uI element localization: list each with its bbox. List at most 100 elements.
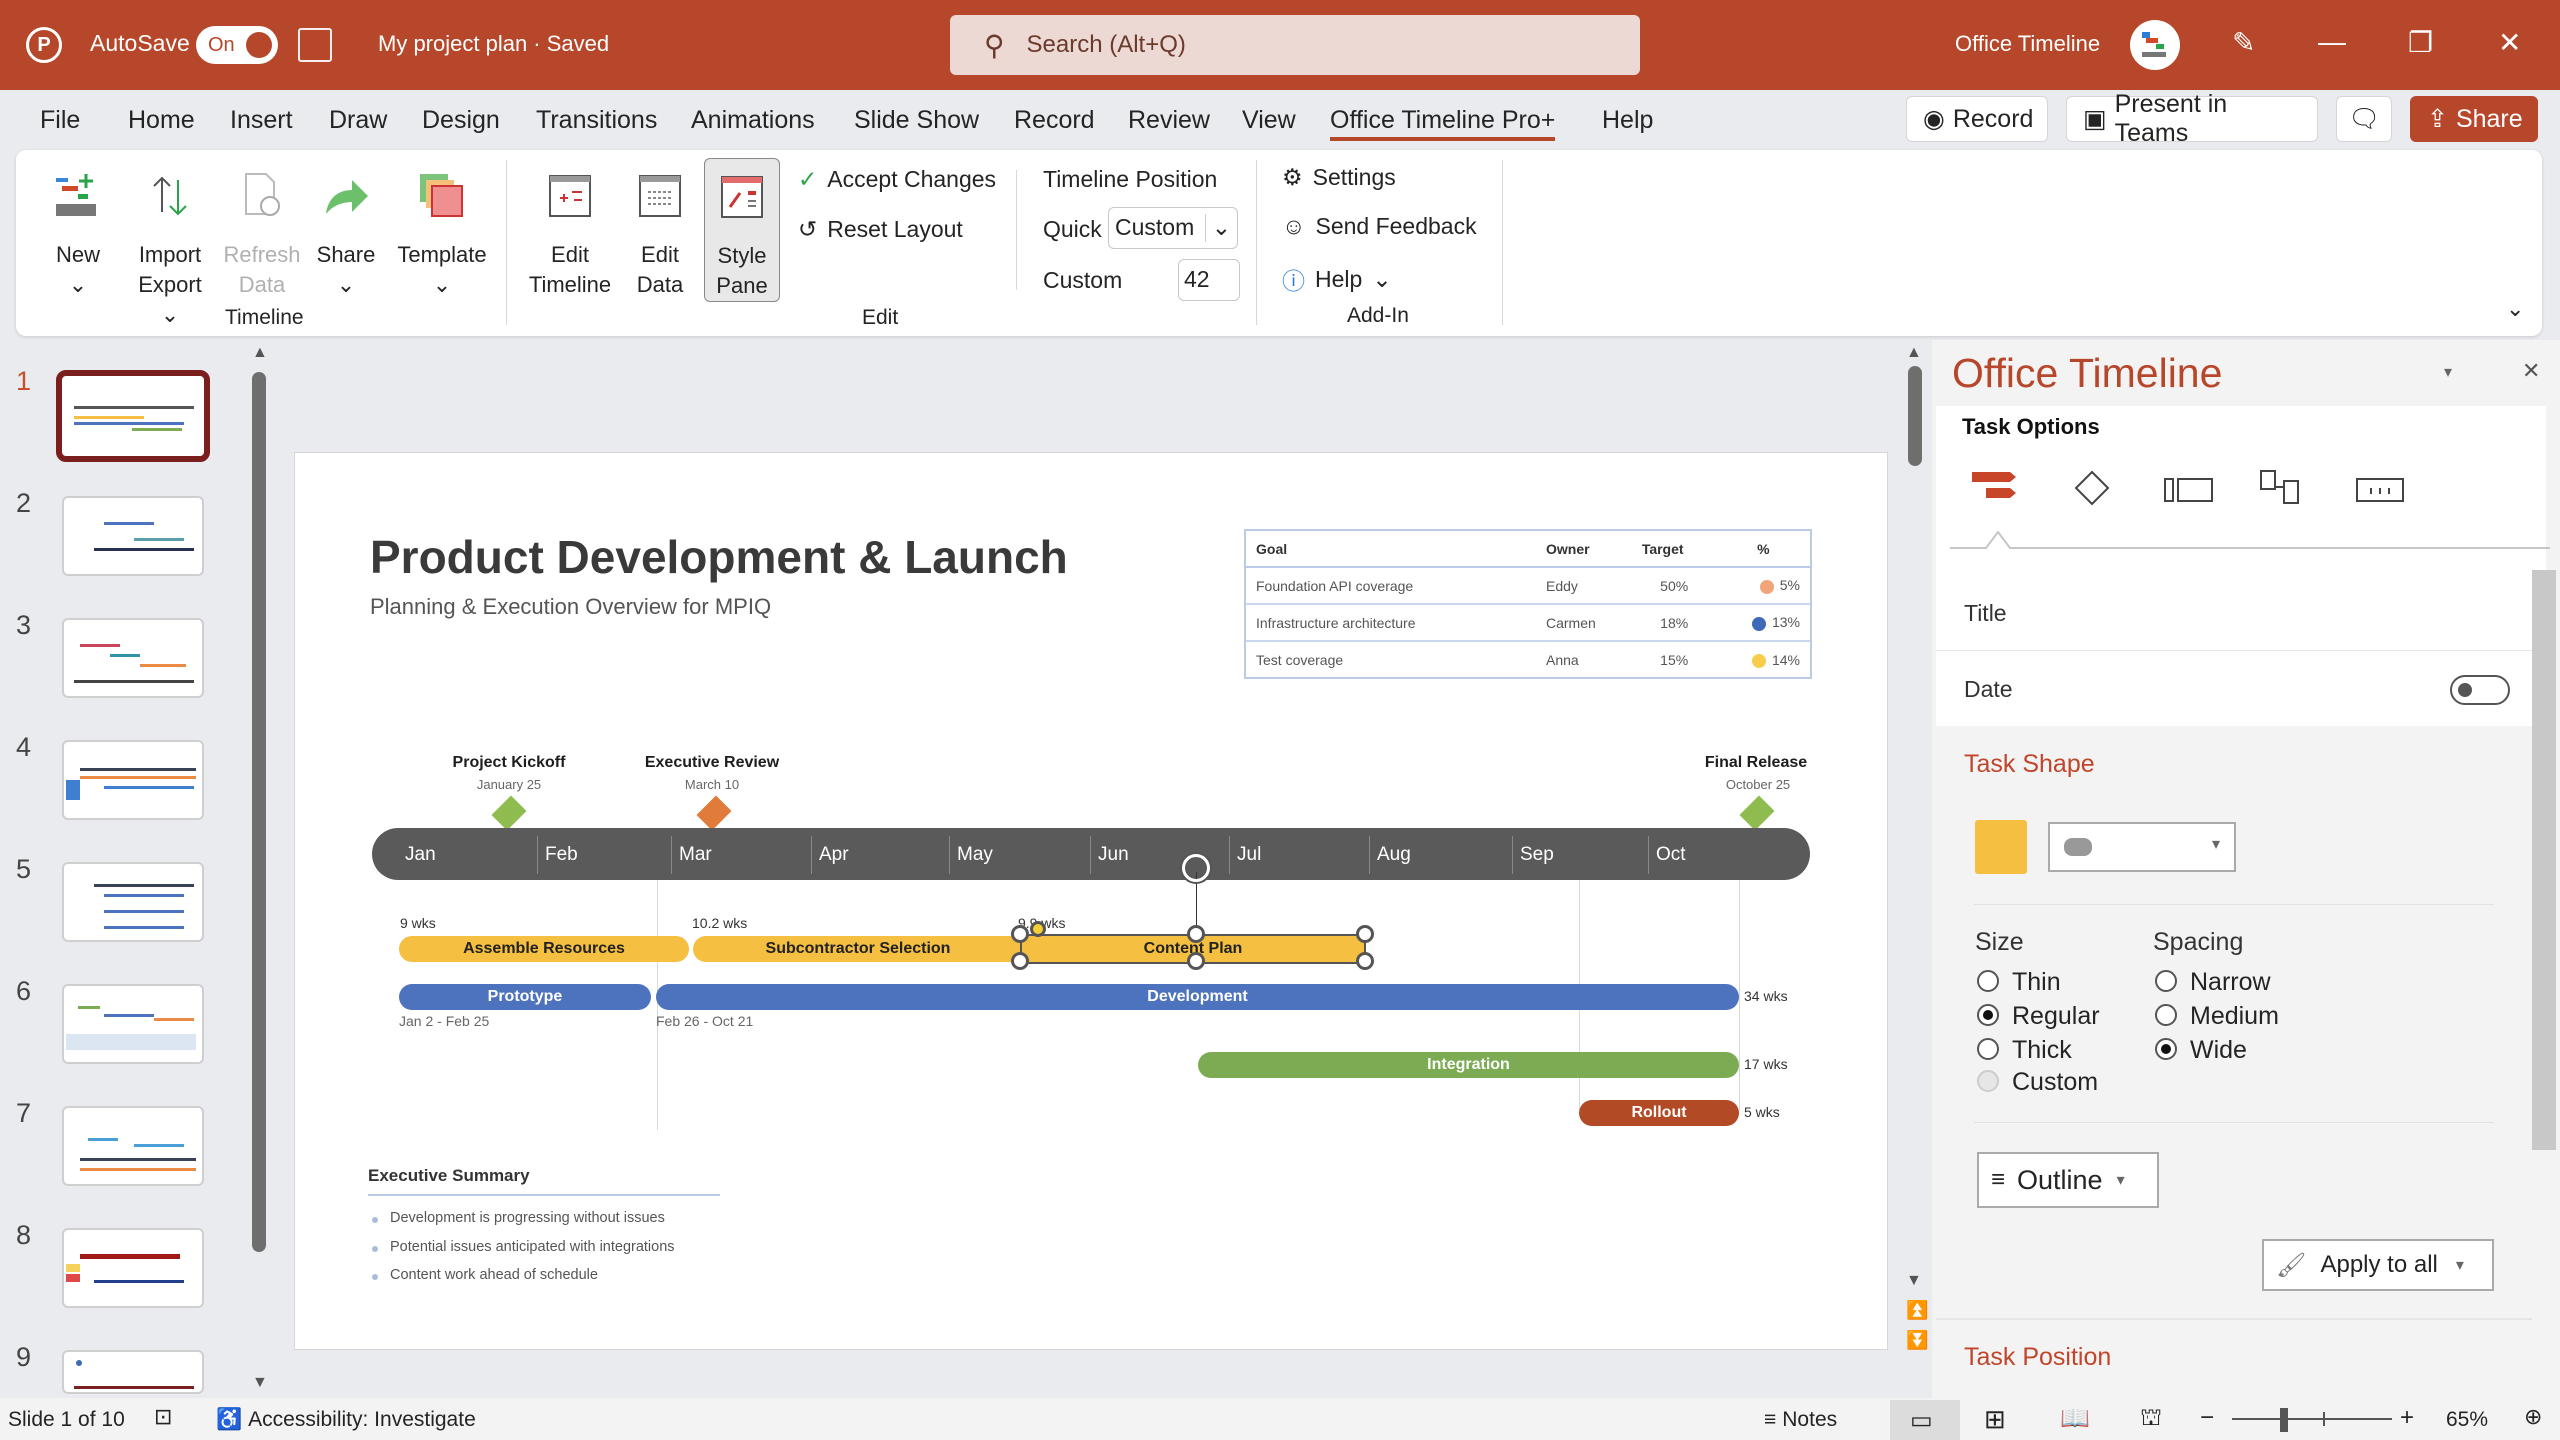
- slide-title[interactable]: Product Development & Launch: [370, 530, 1068, 584]
- spacing-medium-radio[interactable]: [2155, 1004, 2177, 1026]
- goals-table[interactable]: Goal Owner Target% Foundation API coverage…: [1244, 529, 1812, 679]
- size-custom-radio[interactable]: [1977, 1070, 1999, 1092]
- reading-view-icon[interactable]: 📖: [2060, 1404, 2090, 1433]
- powerpoint-icon[interactable]: P: [26, 27, 62, 63]
- task-bar[interactable]: Development: [656, 984, 1739, 1010]
- tab-record[interactable]: Record: [1014, 106, 1095, 135]
- scale-icon[interactable]: [2356, 476, 2406, 504]
- tab-review[interactable]: Review: [1128, 106, 1210, 135]
- edit-timeline-button[interactable]: Edit Timeline: [520, 170, 620, 300]
- zoom-in-icon[interactable]: +: [2400, 1404, 2414, 1432]
- present-in-teams-button[interactable]: ▣ Present in Teams: [2066, 90, 2318, 147]
- shape-style-dropdown[interactable]: ▾: [2048, 822, 2236, 872]
- rotate-handle-icon[interactable]: [1182, 854, 1210, 882]
- slide-sorter-icon[interactable]: ⊞: [1984, 1404, 2006, 1435]
- tab-draw[interactable]: Draw: [329, 106, 387, 135]
- slideshow-icon[interactable]: ⛫: [2140, 1404, 2162, 1434]
- resize-handle[interactable]: [1187, 952, 1205, 970]
- account-avatar[interactable]: [2130, 20, 2180, 70]
- autosave-toggle[interactable]: On: [196, 26, 278, 64]
- tab-animations[interactable]: Animations: [691, 106, 815, 135]
- save-icon[interactable]: [298, 28, 332, 62]
- outline-dropdown[interactable]: ≡ Outline ▾: [1977, 1152, 2159, 1208]
- help-button[interactable]: ⓘ Help ⌄: [1282, 262, 1392, 296]
- scroll-down-icon[interactable]: ▼: [1906, 1272, 1922, 1290]
- quick-position-select[interactable]: Custom ⌄: [1108, 207, 1238, 249]
- task-bar[interactable]: Rollout: [1579, 1100, 1739, 1126]
- comments-button[interactable]: 🗨: [2336, 96, 2392, 142]
- share-button[interactable]: ⇪ Share: [2410, 96, 2538, 142]
- zoom-slider[interactable]: [2232, 1418, 2392, 1420]
- search-box[interactable]: ⚲ Search (Alt+Q): [950, 15, 1640, 75]
- swimlane-icon[interactable]: [2164, 476, 2214, 504]
- task-icon[interactable]: [1972, 470, 2020, 502]
- tab-slide-show[interactable]: Slide Show: [854, 106, 979, 135]
- milestone-title[interactable]: Project Kickoff: [453, 754, 566, 772]
- scroll-up-icon[interactable]: ▲: [1906, 344, 1922, 362]
- resize-handle[interactable]: [1011, 952, 1029, 970]
- tab-transitions[interactable]: Transitions: [536, 106, 657, 135]
- resize-handle[interactable]: [1187, 925, 1205, 943]
- accessibility-button[interactable]: ♿ Accessibility: Investigate: [216, 1408, 476, 1432]
- slide-thumbnail-3[interactable]: [62, 618, 204, 698]
- pen-icon[interactable]: ✎: [2232, 26, 2255, 59]
- zoom-level[interactable]: 65%: [2446, 1408, 2488, 1432]
- scroll-up-icon[interactable]: ▲: [252, 344, 268, 362]
- tab-home[interactable]: Home: [128, 106, 195, 135]
- next-slide-icon[interactable]: ⏬: [1906, 1330, 1928, 1351]
- slide-thumbnail-1[interactable]: [56, 370, 210, 462]
- slide-thumbnail-7[interactable]: [62, 1106, 204, 1186]
- normal-view-icon[interactable]: ▭: [1890, 1400, 1960, 1440]
- milestone-title[interactable]: Final Release: [1705, 754, 1807, 772]
- milestone-title[interactable]: Executive Review: [645, 754, 779, 772]
- tab-help[interactable]: Help: [1602, 106, 1653, 135]
- title-option-label[interactable]: Title: [1964, 600, 2007, 627]
- tab-design[interactable]: Design: [422, 106, 500, 135]
- send-feedback-button[interactable]: ☺ Send Feedback: [1282, 213, 1477, 240]
- share-timeline-button[interactable]: Share ⌄: [312, 170, 380, 300]
- minimize-icon[interactable]: —: [2318, 26, 2346, 58]
- adjust-handle[interactable]: [1030, 921, 1046, 937]
- collapse-ribbon-icon[interactable]: ⌄: [2506, 296, 2524, 322]
- thumbnail-scrollbar[interactable]: [252, 372, 266, 1252]
- timescale-bar[interactable]: [372, 828, 1810, 880]
- slide-thumbnail-6[interactable]: [62, 984, 204, 1064]
- date-toggle[interactable]: [2450, 675, 2510, 705]
- resize-handle[interactable]: [1356, 952, 1374, 970]
- record-button[interactable]: ◉ Record: [1906, 96, 2048, 142]
- previous-slide-icon[interactable]: ⏫: [1906, 1300, 1928, 1321]
- close-icon[interactable]: ✕: [2498, 26, 2521, 59]
- fit-to-window-icon[interactable]: ⊕: [2524, 1404, 2542, 1430]
- style-pane-button[interactable]: Style Pane: [704, 158, 780, 302]
- apply-to-all-button[interactable]: 🖌 Apply to all ▾: [2262, 1239, 2494, 1291]
- task-bar[interactable]: Integration: [1198, 1052, 1739, 1078]
- dependency-icon[interactable]: [2260, 470, 2300, 506]
- settings-button[interactable]: ⚙ Settings: [1282, 164, 1396, 191]
- milestone-icon[interactable]: [2074, 470, 2110, 506]
- resize-handle[interactable]: [1356, 925, 1374, 943]
- template-button[interactable]: Template ⌄: [392, 170, 492, 300]
- reset-layout-button[interactable]: ↺ Reset Layout: [798, 216, 963, 243]
- tab-view[interactable]: View: [1242, 106, 1296, 135]
- task-position-heading[interactable]: Task Position: [1964, 1343, 2111, 1372]
- task-bar[interactable]: Assemble Resources: [399, 936, 689, 962]
- slide-subtitle[interactable]: Planning & Execution Overview for MPIQ: [370, 594, 771, 620]
- refresh-data-button[interactable]: Refresh Data: [222, 170, 302, 300]
- spelling-icon[interactable]: ⊡: [154, 1404, 172, 1430]
- slide-thumbnail-2[interactable]: [62, 496, 204, 576]
- edit-data-button[interactable]: Edit Data: [628, 170, 692, 300]
- import-export-button[interactable]: Import Export ⌄: [130, 170, 210, 330]
- tab-file[interactable]: File: [40, 106, 80, 135]
- spacing-narrow-radio[interactable]: [2155, 970, 2177, 992]
- new-button[interactable]: New ⌄: [48, 170, 108, 300]
- task-bar[interactable]: Prototype: [399, 984, 651, 1010]
- notes-button[interactable]: ≡ Notes: [1764, 1408, 1837, 1432]
- size-regular-radio[interactable]: [1977, 1004, 1999, 1026]
- close-pane-icon[interactable]: ✕: [2522, 358, 2540, 384]
- task-bar[interactable]: Subcontractor Selection: [693, 936, 1023, 962]
- shape-color-swatch[interactable]: [1975, 820, 2027, 874]
- restore-icon[interactable]: ❐: [2408, 26, 2433, 59]
- slide-scrollbar[interactable]: [1908, 366, 1922, 466]
- slide-thumbnail-4[interactable]: [62, 740, 204, 820]
- zoom-out-icon[interactable]: −: [2200, 1404, 2214, 1432]
